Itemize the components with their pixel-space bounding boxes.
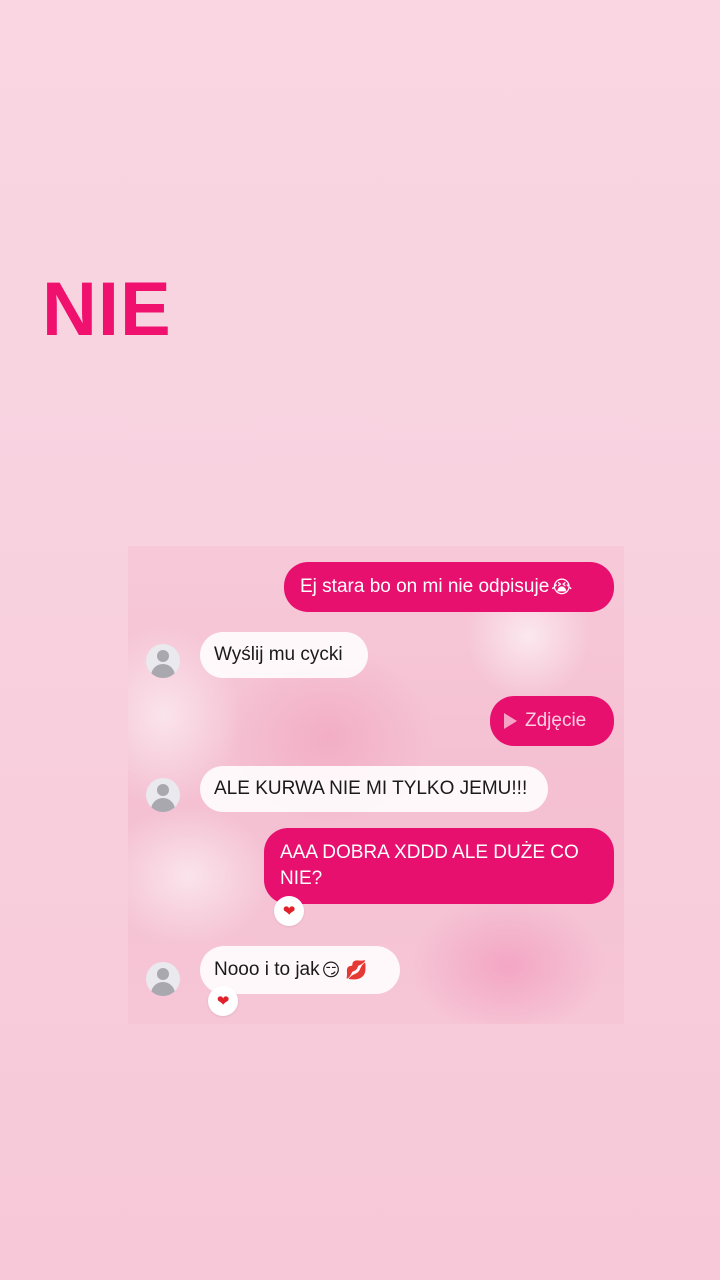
avatar-placeholder-icon[interactable] xyxy=(146,644,180,678)
outgoing-message[interactable]: AAA DOBRA XDDD ALE DUŻE CO NIE? xyxy=(264,828,614,904)
smirk-kiss-emoji-icon: 😏 💋 xyxy=(321,960,368,980)
headline-text: NIE xyxy=(42,267,172,352)
avatar-placeholder-icon[interactable] xyxy=(146,778,180,812)
message-text: ALE KURWA NIE MI TYLKO JEMU!!! xyxy=(214,778,528,799)
incoming-message[interactable]: ALE KURWA NIE MI TYLKO JEMU!!! xyxy=(200,766,548,812)
message-text-line1: AAA DOBRA XDDD ALE DUŻE CO xyxy=(280,842,579,863)
incoming-message[interactable]: Wyślij mu cycki xyxy=(200,632,368,678)
avatar-placeholder-icon[interactable] xyxy=(146,962,180,996)
play-icon xyxy=(504,713,517,729)
outgoing-message[interactable]: Ej stara bo on mi nie odpisuje 😭 xyxy=(284,562,614,612)
message-text-line2: NIE? xyxy=(280,868,323,889)
message-text: Ej stara bo on mi nie odpisuje xyxy=(300,576,550,597)
heart-reaction-icon[interactable]: ❤ xyxy=(208,986,238,1016)
message-text: Wyślij mu cycki xyxy=(214,644,343,665)
heart-reaction-icon[interactable]: ❤ xyxy=(274,896,304,926)
crying-emoji-icon: 😭 xyxy=(551,577,573,597)
chat-screenshot: Ej stara bo on mi nie odpisuje 😭 Wyślij … xyxy=(128,546,624,1024)
message-text: Nooo i to jak xyxy=(214,959,320,980)
photo-label: Zdjęcie xyxy=(525,710,587,731)
photo-message[interactable]: Zdjęcie xyxy=(490,696,614,746)
